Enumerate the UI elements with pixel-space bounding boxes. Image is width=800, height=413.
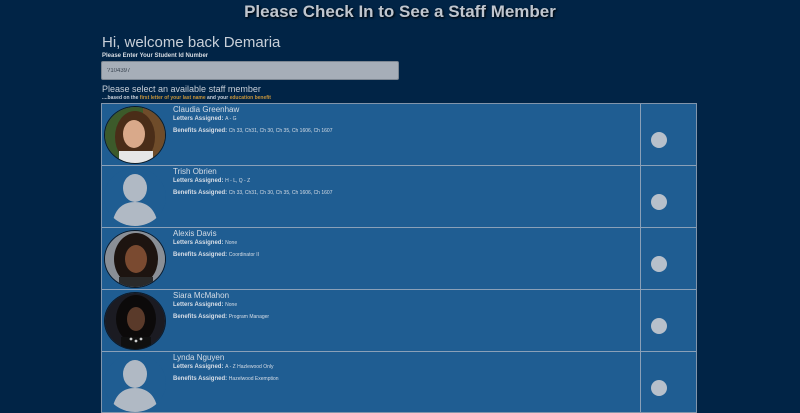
letters-assigned: Letters Assigned: H - L, Q - Z: [173, 178, 250, 184]
benefits-assigned: Benefits Assigned: Coordinator II: [173, 252, 259, 258]
placeholder-person-icon: [104, 354, 166, 412]
staff-name: Siara McMahon: [173, 291, 230, 300]
letters-value: A - G: [225, 116, 237, 122]
benefits-value: Coordinator II: [228, 252, 260, 258]
benefits-value: Ch 33, Ch31, Ch 30, Ch 35, Ch 1606, Ch 1…: [228, 128, 333, 134]
letters-value: None: [225, 302, 238, 308]
letters-label: Letters Assigned:: [173, 240, 224, 246]
letters-label: Letters Assigned:: [173, 364, 224, 370]
benefits-value: Hazelwood Exemption: [228, 376, 279, 382]
staff-row[interactable]: Lynda Nguyen Letters Assigned: A - Z Haz…: [102, 352, 696, 412]
select-column: [640, 290, 696, 351]
student-id-label: Please Enter Your Student Id Number: [102, 53, 209, 59]
hint-highlight-last-name: first letter of your last name: [139, 95, 206, 101]
letters-value: H - L, Q - Z: [225, 178, 251, 184]
letters-assigned: Letters Assigned: None: [173, 302, 237, 308]
select-column: [640, 166, 696, 227]
letters-value: A - Z Hazlewood Only: [225, 364, 274, 370]
benefits-assigned: Benefits Assigned: Program Manager: [173, 314, 269, 320]
staff-photo: [104, 292, 166, 350]
letters-label: Letters Assigned:: [173, 116, 224, 122]
select-column: [640, 228, 696, 289]
hint-highlight-benefit: education benefit: [229, 95, 271, 101]
benefits-label: Benefits Assigned:: [173, 376, 228, 382]
staff-photo: [104, 106, 166, 164]
letters-assigned: Letters Assigned: A - Z Hazlewood Only: [173, 364, 274, 370]
select-staff-radio[interactable]: [651, 132, 667, 148]
letters-label: Letters Assigned:: [173, 178, 224, 184]
benefits-label: Benefits Assigned:: [173, 128, 228, 134]
staff-table: Claudia Greenhaw Letters Assigned: A - G…: [101, 103, 697, 413]
select-staff-hint: ....based on the first letter of your la…: [102, 95, 271, 101]
benefits-value: Program Manager: [228, 314, 270, 320]
staff-name: Lynda Nguyen: [173, 353, 225, 362]
select-staff-prompt: Please select an available staff member: [102, 84, 261, 94]
letters-value: None: [225, 240, 238, 246]
staff-name: Trish Obrien: [173, 167, 217, 176]
select-column: [640, 352, 696, 412]
select-staff-radio[interactable]: [651, 318, 667, 334]
staff-photo: [104, 230, 166, 288]
select-staff-radio[interactable]: [651, 256, 667, 272]
select-staff-radio[interactable]: [651, 194, 667, 210]
hint-prefix: ....based on the: [102, 95, 140, 101]
staff-name: Alexis Davis: [173, 229, 217, 238]
letters-assigned: Letters Assigned: A - G: [173, 116, 237, 122]
benefits-label: Benefits Assigned:: [173, 252, 228, 258]
hint-middle: and your: [205, 95, 230, 101]
letters-assigned: Letters Assigned: None: [173, 240, 237, 246]
select-staff-radio[interactable]: [651, 380, 667, 396]
welcome-message: Hi, welcome back Demaria: [102, 34, 281, 51]
select-column: [640, 104, 696, 165]
student-id-input[interactable]: [101, 61, 399, 80]
benefits-assigned: Benefits Assigned: Hazelwood Exemption: [173, 376, 279, 382]
benefits-assigned: Benefits Assigned: Ch 33, Ch31, Ch 30, C…: [173, 128, 332, 134]
staff-name: Claudia Greenhaw: [173, 105, 240, 114]
benefits-label: Benefits Assigned:: [173, 314, 228, 320]
letters-label: Letters Assigned:: [173, 302, 224, 308]
staff-row[interactable]: Alexis Davis Letters Assigned: None Bene…: [102, 228, 696, 290]
staff-row[interactable]: Claudia Greenhaw Letters Assigned: A - G…: [102, 104, 696, 166]
benefits-value: Ch 33, Ch31, Ch 30, Ch 35, Ch 1606, Ch 1…: [228, 190, 333, 196]
benefits-label: Benefits Assigned:: [173, 190, 228, 196]
staff-row[interactable]: Trish Obrien Letters Assigned: H - L, Q …: [102, 166, 696, 228]
placeholder-person-icon: [104, 168, 166, 226]
staff-row[interactable]: Siara McMahon Letters Assigned: None Ben…: [102, 290, 696, 352]
benefits-assigned: Benefits Assigned: Ch 33, Ch31, Ch 30, C…: [173, 190, 332, 196]
page-title: Please Check In to See a Staff Member: [244, 2, 556, 21]
